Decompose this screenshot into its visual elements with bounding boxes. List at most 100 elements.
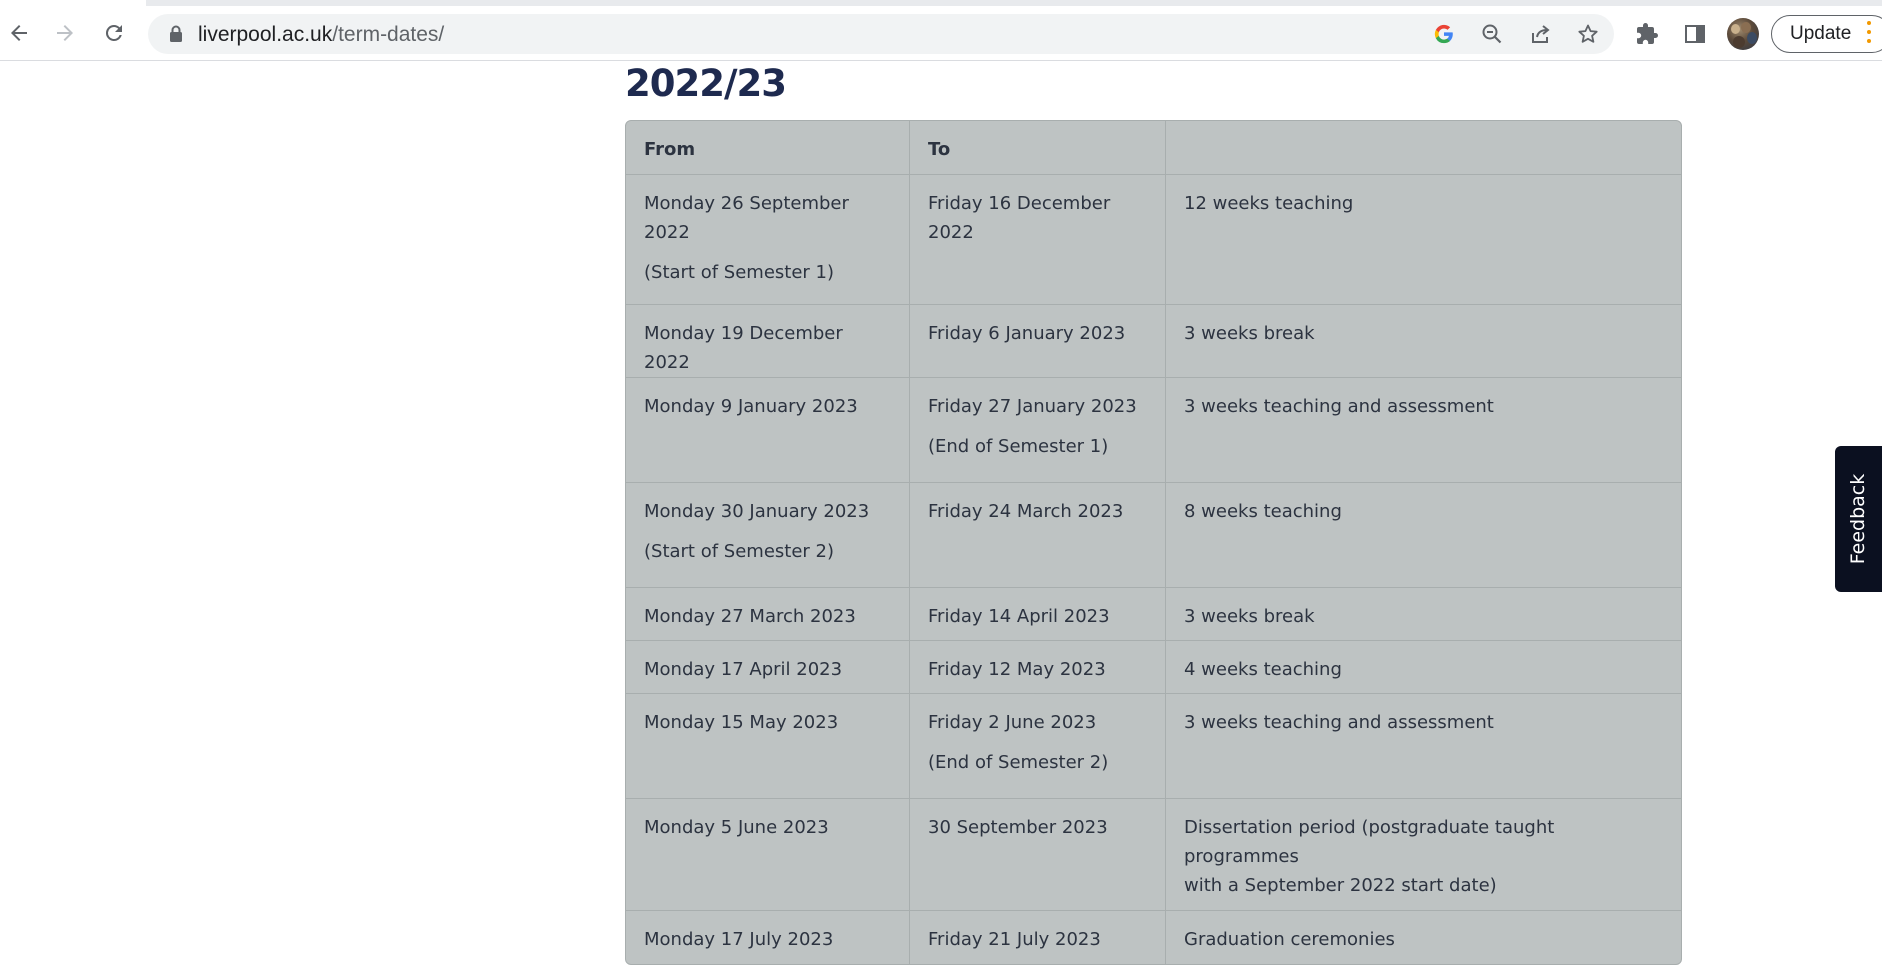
- star-icon: [1578, 24, 1598, 43]
- url-domain: liverpool.ac.uk: [198, 23, 333, 46]
- url-text[interactable]: liverpool.ac.uk/term-dates/: [198, 23, 444, 47]
- cell-description: 3 weeks teaching and assessment: [1166, 694, 1681, 799]
- cell-to-text: Friday 2 June 2023: [928, 712, 1097, 733]
- cell-from: Monday 5 June 2023: [626, 799, 910, 911]
- cell-from-text: Monday 5 June 2023: [644, 817, 829, 838]
- cell-description: 3 weeks break: [1166, 588, 1681, 641]
- cell-from-note: (Start of Semester 1): [644, 262, 835, 283]
- puzzle-icon: [1637, 23, 1658, 44]
- table-row: Monday 17 April 2023 Friday 12 May 2023 4 …: [626, 641, 1681, 694]
- cell-to: Friday 2 June 2023 (End of Semester 2): [910, 694, 1166, 799]
- cell-to: Friday 24 March 2023: [910, 483, 1166, 588]
- cell-to: Friday 16 December 2022: [910, 175, 1166, 305]
- cell-description-text: Graduation ceremonies: [1184, 929, 1395, 950]
- feedback-tab[interactable]: Feedback: [1835, 446, 1882, 592]
- table-header-row: From To: [626, 121, 1681, 175]
- cell-description-text: 12 weeks teaching: [1184, 193, 1354, 214]
- reload-icon: [105, 24, 122, 41]
- cell-to: Friday 12 May 2023: [910, 641, 1166, 694]
- cell-from-text: Monday 19 December 2022: [644, 323, 843, 373]
- cell-to-text: Friday 14 April 2023: [928, 606, 1110, 627]
- cell-description: Graduation ceremonies: [1166, 911, 1681, 964]
- cell-description: 12 weeks teaching: [1166, 175, 1681, 305]
- cell-description: 3 weeks teaching and assessment: [1166, 378, 1681, 483]
- side-panel-icon: [1685, 25, 1705, 43]
- cell-to: Friday 6 January 2023: [910, 305, 1166, 378]
- page-title: 2022/23: [625, 62, 787, 105]
- cell-description: 8 weeks teaching: [1166, 483, 1681, 588]
- cell-from: Monday 19 December 2022: [626, 305, 910, 378]
- table-row: Monday 5 June 2023 30 September 2023 Disse…: [626, 799, 1681, 911]
- url-path: /term-dates/: [332, 23, 445, 46]
- cell-from-text: Monday 17 July 2023: [644, 929, 834, 950]
- extensions-button[interactable]: [1631, 18, 1663, 50]
- cell-from: Monday 17 April 2023: [626, 641, 910, 694]
- cell-from-text: Monday 15 May 2023: [644, 712, 839, 733]
- table-row: Monday 17 July 2023 Friday 21 July 2023 Gr…: [626, 911, 1681, 964]
- bookmark-button[interactable]: [1574, 20, 1602, 48]
- reload-button[interactable]: [97, 16, 131, 50]
- cell-from: Monday 26 September 2022 (Start of Semest…: [626, 175, 910, 305]
- column-header-to: To: [910, 121, 1166, 175]
- cell-to: Friday 14 April 2023: [910, 588, 1166, 641]
- zoom-out-icon: [1482, 24, 1502, 44]
- forward-button[interactable]: [48, 16, 82, 50]
- cell-from-note: (Start of Semester 2): [644, 541, 835, 562]
- cell-from-text: Monday 26 September 2022: [644, 193, 849, 243]
- menu-dots-icon[interactable]: [1866, 21, 1872, 47]
- cell-description-text: 3 weeks break: [1184, 606, 1315, 627]
- cell-to: Friday 21 July 2023: [910, 911, 1166, 964]
- cell-to-text: Friday 24 March 2023: [928, 501, 1124, 522]
- cell-from: Monday 9 January 2023: [626, 378, 910, 483]
- browser-toolbar: liverpool.ac.uk/term-dates/ Update: [0, 6, 1882, 61]
- update-button-label: Update: [1790, 23, 1852, 44]
- cell-to: Friday 27 January 2023 (End of Semester 1…: [910, 378, 1166, 483]
- column-header-description: [1166, 121, 1681, 175]
- address-bar[interactable]: liverpool.ac.uk/term-dates/: [148, 14, 1614, 54]
- google-lens-button[interactable]: [1430, 20, 1458, 48]
- cell-from-text: Monday 9 January 2023: [644, 396, 858, 417]
- table-row: Monday 19 December 2022 Friday 6 January …: [626, 305, 1681, 378]
- cell-to-note: (End of Semester 1): [928, 436, 1109, 457]
- cell-to-note: (End of Semester 2): [928, 752, 1109, 773]
- table-row: Monday 30 January 2023 (Start of Semester…: [626, 483, 1681, 588]
- cell-from: Monday 30 January 2023 (Start of Semester…: [626, 483, 910, 588]
- cell-description-text: 3 weeks teaching and assessment: [1184, 396, 1494, 417]
- forward-arrow-icon: [57, 25, 73, 41]
- cell-description-text: 3 weeks teaching and assessment: [1184, 712, 1494, 733]
- share-icon: [1532, 25, 1550, 43]
- back-arrow-icon: [11, 25, 27, 41]
- table-row: Monday 26 September 2022 (Start of Semest…: [626, 175, 1681, 305]
- cell-description-text: 4 weeks teaching: [1184, 659, 1342, 680]
- table-row: Monday 27 March 2023 Friday 14 April 2023…: [626, 588, 1681, 641]
- cell-description: 4 weeks teaching: [1166, 641, 1681, 694]
- cell-from: Monday 17 July 2023: [626, 911, 910, 964]
- table-row: Monday 9 January 2023 Friday 27 January 2…: [626, 378, 1681, 483]
- feedback-label: Feedback: [1847, 473, 1870, 565]
- lock-icon[interactable]: [168, 25, 184, 43]
- avatar[interactable]: [1727, 18, 1759, 50]
- table-row: Monday 15 May 2023 Friday 2 June 2023 (End…: [626, 694, 1681, 799]
- cell-to-text: Friday 21 July 2023: [928, 929, 1101, 950]
- cell-to: 30 September 2023: [910, 799, 1166, 911]
- zoom-button[interactable]: [1478, 20, 1506, 48]
- cell-to-text: Friday 6 January 2023: [928, 323, 1126, 344]
- cell-to-text: Friday 27 January 2023: [928, 396, 1137, 417]
- cell-description-text: 8 weeks teaching: [1184, 501, 1342, 522]
- cell-from-text: Monday 17 April 2023: [644, 659, 843, 680]
- share-button[interactable]: [1526, 20, 1554, 48]
- cell-from-text: Monday 30 January 2023: [644, 501, 870, 522]
- cell-description-text: 3 weeks break: [1184, 323, 1315, 344]
- column-header-from: From: [626, 121, 910, 175]
- cell-description: 3 weeks break: [1166, 305, 1681, 378]
- cell-to-text: 30 September 2023: [928, 817, 1108, 838]
- side-panel-button[interactable]: [1679, 18, 1711, 50]
- back-button[interactable]: [2, 16, 36, 50]
- cell-to-text: Friday 12 May 2023: [928, 659, 1106, 680]
- cell-description-continuation: with a September 2022 start date): [1184, 875, 1497, 896]
- cell-description-text: Dissertation period (postgraduate taught…: [1184, 817, 1555, 867]
- cell-from: Monday 27 March 2023: [626, 588, 910, 641]
- cell-from-text: Monday 27 March 2023: [644, 606, 856, 627]
- cell-from: Monday 15 May 2023: [626, 694, 910, 799]
- term-dates-table: From To Monday 26 September 2022 (Start o…: [625, 120, 1682, 965]
